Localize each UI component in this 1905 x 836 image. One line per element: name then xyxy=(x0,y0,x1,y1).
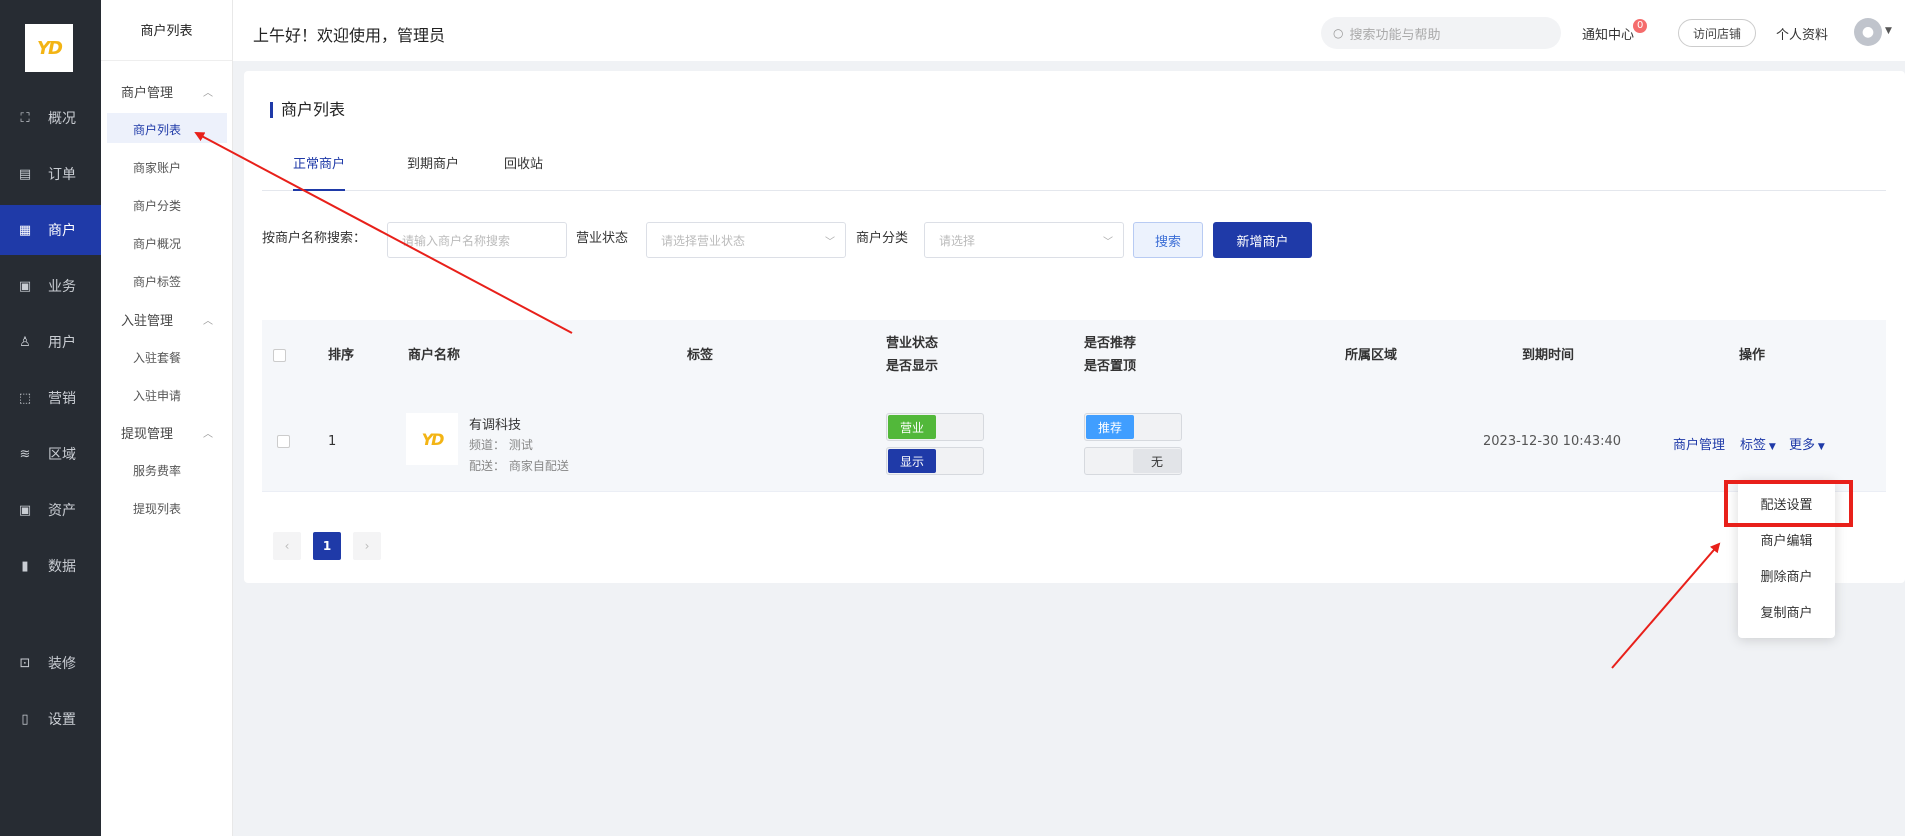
annotation-arrows xyxy=(194,132,1721,669)
annotation-arrow-to-merchant-list xyxy=(194,132,573,334)
annotation-arrow-to-delivery-settings xyxy=(1611,542,1721,669)
